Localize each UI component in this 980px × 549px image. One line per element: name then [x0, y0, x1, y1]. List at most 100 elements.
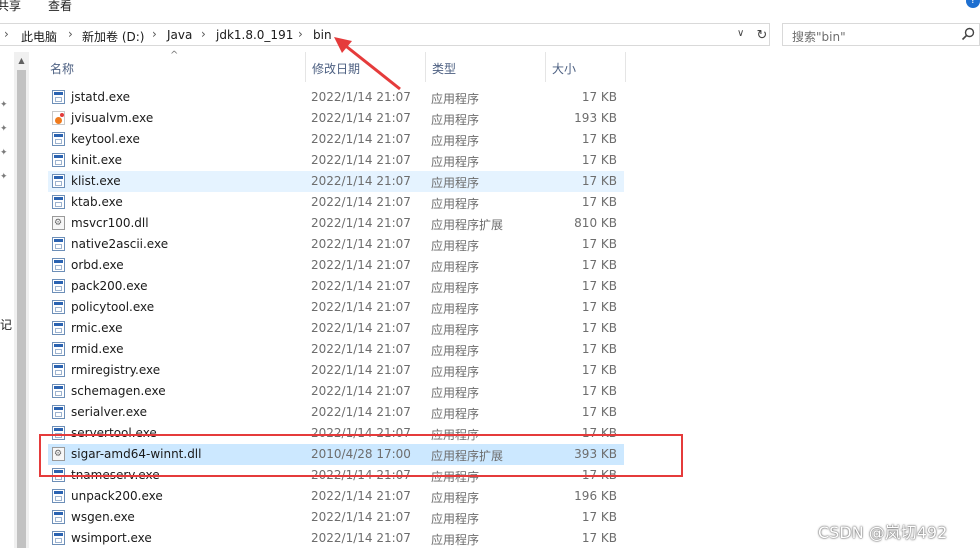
file-size: 17 KB — [581, 90, 617, 104]
pin-icon[interactable]: ✦ — [0, 148, 10, 158]
nav-scrollbar[interactable]: ▲ — [14, 52, 29, 548]
exe-file-icon — [52, 384, 65, 398]
file-date: 2022/1/14 21:07 — [311, 153, 411, 167]
file-row[interactable]: msvcr100.dll 2022/1/14 21:07 应用程序扩展 810 KB — [48, 213, 624, 234]
exe-file-icon — [52, 174, 65, 188]
file-name: jstatd.exe — [71, 90, 131, 104]
file-row[interactable]: keytool.exe 2022/1/14 21:07 应用程序 17 KB — [48, 129, 624, 150]
file-name: keytool.exe — [71, 132, 140, 146]
column-type[interactable]: 类型 — [426, 52, 546, 82]
file-row[interactable]: ktab.exe 2022/1/14 21:07 应用程序 17 KB — [48, 192, 624, 213]
file-name: rmid.exe — [71, 342, 124, 356]
file-row[interactable]: native2ascii.exe 2022/1/14 21:07 应用程序 17 KB — [48, 234, 624, 255]
ribbon-tab-share[interactable]: 共享 — [0, 0, 21, 14]
file-row[interactable]: rmid.exe 2022/1/14 21:07 应用程序 17 KB — [48, 339, 624, 360]
breadcrumb-jdk[interactable]: jdk1.8.0_191 — [216, 28, 293, 42]
exe-file-icon — [52, 279, 65, 293]
file-size: 17 KB — [581, 363, 617, 377]
file-name: wsimport.exe — [71, 531, 152, 545]
dll-file-icon — [52, 216, 65, 230]
breadcrumb-java[interactable]: Java — [167, 28, 192, 42]
file-row[interactable]: rmiregistry.exe 2022/1/14 21:07 应用程序 17 KB — [48, 360, 624, 381]
file-row[interactable]: kinit.exe 2022/1/14 21:07 应用程序 17 KB — [48, 150, 624, 171]
file-date: 2022/1/14 21:07 — [311, 531, 411, 545]
file-name: orbd.exe — [71, 258, 124, 272]
breadcrumb-separator[interactable]: › — [152, 27, 157, 41]
file-type: 应用程序 — [431, 512, 480, 526]
breadcrumb-separator[interactable]: › — [4, 27, 9, 41]
file-type: 应用程序 — [431, 365, 480, 379]
file-date: 2022/1/14 21:07 — [311, 258, 411, 272]
exe-file-icon — [52, 342, 65, 356]
file-type: 应用程序 — [431, 491, 480, 505]
file-type: 应用程序 — [431, 134, 480, 148]
file-date: 2022/1/14 21:07 — [311, 342, 411, 356]
help-icon[interactable]: ? — [966, 0, 980, 8]
file-size: 17 KB — [581, 342, 617, 356]
file-date: 2022/1/14 21:07 — [311, 111, 411, 125]
exe-file-icon — [52, 237, 65, 251]
file-row[interactable]: wsimport.exe 2022/1/14 21:07 应用程序 17 KB — [48, 528, 624, 549]
file-size: 17 KB — [581, 237, 617, 251]
breadcrumb-bin[interactable]: bin — [313, 28, 332, 42]
column-size[interactable]: 大小 — [546, 52, 626, 82]
column-size-label: 大小 — [552, 62, 577, 76]
file-date: 2022/1/14 21:07 — [311, 384, 411, 398]
file-type: 应用程序 — [431, 260, 480, 274]
file-size: 196 KB — [574, 489, 617, 503]
file-type: 应用程序 — [431, 281, 480, 295]
sort-up-icon: ^ — [170, 50, 179, 61]
breadcrumb-separator[interactable]: › — [201, 27, 206, 41]
pin-icon[interactable]: ✦ — [0, 100, 10, 110]
file-row[interactable]: unpack200.exe 2022/1/14 21:07 应用程序 196 KB — [48, 486, 624, 507]
search-icon[interactable] — [961, 27, 975, 41]
pin-icon[interactable]: ✦ — [0, 172, 10, 182]
file-row[interactable]: rmic.exe 2022/1/14 21:07 应用程序 17 KB — [48, 318, 624, 339]
pin-icon[interactable]: ✦ — [0, 124, 10, 134]
search-input[interactable]: 搜索"bin" — [792, 28, 846, 45]
file-row[interactable]: jvisualvm.exe 2022/1/14 21:07 应用程序 193 KB — [48, 108, 624, 129]
file-date: 2022/1/14 21:07 — [311, 405, 411, 419]
exe-file-icon — [52, 489, 65, 503]
file-row[interactable]: wsgen.exe 2022/1/14 21:07 应用程序 17 KB — [48, 507, 624, 528]
file-type: 应用程序 — [431, 155, 480, 169]
jvisualvm-icon — [52, 111, 65, 125]
column-name[interactable]: 名称 ^ — [44, 50, 306, 82]
file-name: jvisualvm.exe — [71, 111, 154, 125]
exe-file-icon — [52, 363, 65, 377]
file-row[interactable]: schemagen.exe 2022/1/14 21:07 应用程序 17 KB — [48, 381, 624, 402]
file-date: 2022/1/14 21:07 — [311, 132, 411, 146]
ribbon-tabs: 共享 查看 ? — [0, 0, 980, 14]
file-name: rmiregistry.exe — [71, 363, 161, 377]
breadcrumb-this-pc[interactable]: 此电脑 — [21, 28, 57, 45]
file-date: 2022/1/14 21:07 — [311, 321, 411, 335]
file-row[interactable]: policytool.exe 2022/1/14 21:07 应用程序 17 KB — [48, 297, 624, 318]
file-name: schemagen.exe — [71, 384, 166, 398]
chevron-down-icon[interactable]: ∨ — [737, 28, 744, 39]
breadcrumb-drive-d[interactable]: 新加卷 (D:) — [82, 28, 144, 45]
file-size: 17 KB — [581, 258, 617, 272]
file-name: wsgen.exe — [71, 510, 135, 524]
file-size: 17 KB — [581, 405, 617, 419]
file-size: 17 KB — [581, 531, 617, 545]
breadcrumb-separator[interactable]: › — [298, 27, 303, 41]
file-size: 17 KB — [581, 195, 617, 209]
file-row[interactable]: serialver.exe 2022/1/14 21:07 应用程序 17 KB — [48, 402, 624, 423]
file-type: 应用程序 — [431, 92, 480, 106]
scroll-thumb[interactable] — [17, 70, 26, 548]
file-size: 810 KB — [574, 216, 617, 230]
file-type: 应用程序 — [431, 239, 480, 253]
breadcrumb-separator[interactable]: › — [68, 27, 73, 41]
nav-item-label[interactable]: 记 — [0, 316, 12, 333]
ribbon-tab-view[interactable]: 查看 — [48, 0, 72, 14]
refresh-icon[interactable]: ↻ — [753, 25, 771, 47]
file-type: 应用程序 — [431, 176, 480, 190]
file-row[interactable]: klist.exe 2022/1/14 21:07 应用程序 17 KB — [48, 171, 624, 192]
search-box[interactable]: 搜索"bin" — [782, 23, 980, 46]
file-size: 17 KB — [581, 279, 617, 293]
file-row[interactable]: orbd.exe 2022/1/14 21:07 应用程序 17 KB — [48, 255, 624, 276]
file-row[interactable]: pack200.exe 2022/1/14 21:07 应用程序 17 KB — [48, 276, 624, 297]
file-name: pack200.exe — [71, 279, 148, 293]
annotation-box — [39, 434, 683, 477]
scroll-up-icon[interactable]: ▲ — [14, 56, 29, 66]
